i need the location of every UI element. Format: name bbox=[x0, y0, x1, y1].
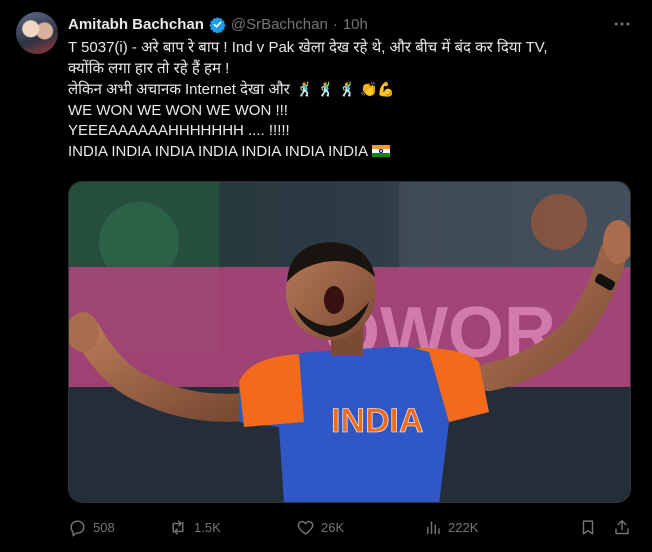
post-line-text: INDIA INDIA INDIA INDIA INDIA INDIA INDI… bbox=[68, 142, 369, 160]
author-handle[interactable]: @SrBachchan bbox=[231, 16, 328, 33]
post-line: क्योंकि लगा हार तो रहे हैं हम ! bbox=[68, 59, 230, 77]
jersey-text: INDIA bbox=[331, 402, 424, 440]
post-line: T 5037(i) - अरे बाप रे बाप ! Ind v Pak ख… bbox=[68, 39, 548, 56]
views-count: 222K bbox=[448, 519, 479, 535]
verified-badge-icon bbox=[209, 16, 226, 33]
avatar[interactable] bbox=[16, 12, 58, 54]
bookmark-icon bbox=[579, 518, 597, 537]
post-image[interactable]: OWOR INDIA bbox=[68, 181, 631, 503]
heart-icon bbox=[296, 518, 315, 537]
like-button[interactable]: 26K bbox=[296, 518, 424, 537]
reply-button[interactable]: 508 bbox=[68, 518, 168, 537]
share-button[interactable] bbox=[613, 518, 631, 537]
retweet-count: 1.5K bbox=[194, 519, 221, 535]
india-flag-icon bbox=[372, 144, 391, 157]
celebration-photo: OWOR INDIA bbox=[69, 182, 630, 502]
share-icon bbox=[613, 518, 631, 537]
tweet-header: Amitabh Bachchan @SrBachchan · 10h bbox=[68, 14, 368, 34]
views-chart-icon bbox=[424, 518, 442, 537]
post-text: T 5037(i) - अरे बाप रे बाप ! Ind v Pak ख… bbox=[68, 38, 628, 162]
post-line: लेकिन अभी अचानक Internet देखा और 🕺 🕺 🕺 👏… bbox=[68, 79, 628, 101]
retweet-icon bbox=[168, 518, 188, 537]
action-bar: 508 1.5K 26K 222K bbox=[68, 516, 631, 538]
views-button[interactable]: 222K bbox=[424, 518, 544, 537]
post-line: YEEEAAAAAAHHHHHHH .... !!!!! bbox=[68, 122, 290, 139]
tweet: Amitabh Bachchan @SrBachchan · 10h T 503… bbox=[0, 0, 652, 552]
like-count: 26K bbox=[321, 519, 345, 535]
retweet-button[interactable]: 1.5K bbox=[168, 518, 296, 537]
separator-dot: · bbox=[332, 15, 338, 33]
author-name[interactable]: Amitabh Bachchan bbox=[68, 16, 204, 33]
post-line: INDIA INDIA INDIA INDIA INDIA INDIA INDI… bbox=[68, 142, 628, 163]
bookmark-button[interactable] bbox=[579, 518, 597, 537]
post-line: WE WON WE WON WE WON !!! bbox=[68, 101, 288, 119]
post-line-text: लेकिन अभी अचानक Internet देखा और bbox=[68, 81, 290, 98]
more-options-icon[interactable] bbox=[612, 14, 632, 39]
reply-icon bbox=[68, 518, 87, 537]
reply-count: 508 bbox=[93, 519, 115, 535]
dance-clap-flex-emoji: 🕺 🕺 🕺 👏💪 bbox=[295, 81, 395, 97]
post-time[interactable]: 10h bbox=[343, 16, 368, 33]
